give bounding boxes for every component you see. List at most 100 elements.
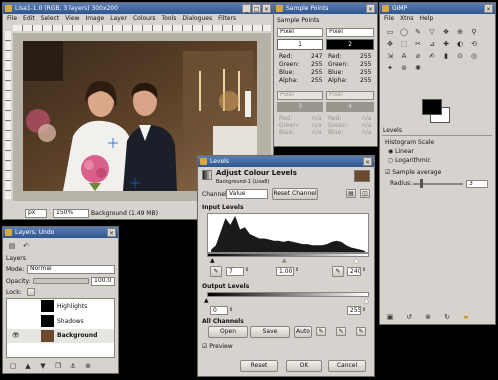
input-gamma-handle[interactable]: ▲ [282,257,287,264]
crop-icon[interactable]: ⬚ [398,39,410,49]
close-button[interactable]: × [366,4,375,13]
rotate-icon[interactable]: ⟲ [468,39,480,49]
measure-icon[interactable]: ✚ [440,39,452,49]
input-gamma-spinner[interactable]: ⇕ [295,267,299,274]
input-low-spinner[interactable]: ⇕ [245,267,249,274]
pick-black-icon[interactable]: ✎ [316,327,326,336]
cut-icon[interactable]: ✂ [412,39,424,49]
menu-image[interactable]: Image [85,15,104,22]
output-high-spinner[interactable]: ⇕ [362,307,366,314]
ok-button[interactable]: OK [286,360,322,372]
sample-points-titlebar[interactable]: Sample Points × [274,3,377,14]
menu-edit[interactable]: Edit [23,15,35,22]
layer-row-shadows[interactable]: Shadows [7,314,114,329]
layer-row-background[interactable]: 👁 Background [7,329,114,343]
fg-color-swatch[interactable] [422,99,442,115]
unit-select[interactable]: px [25,209,47,218]
layer-row-highlights[interactable]: Highlights [7,299,114,314]
new-layer-icon[interactable]: ▢ [7,361,19,371]
shear-icon[interactable]: ⊿ [426,39,438,49]
radius-slider-handle[interactable] [420,179,423,188]
fuzzy-select-icon[interactable]: ▽ [426,27,438,37]
radius-input[interactable]: 3 [466,180,488,188]
input-high-handle[interactable]: ▲ [354,257,359,264]
output-low-handle[interactable]: ▲ [204,297,209,304]
restore-options-icon[interactable]: ↺ [403,312,415,322]
rect-select-icon[interactable]: ▭ [384,27,396,37]
reset-channel-button[interactable]: Reset Channel [272,188,318,200]
input-gamma-field[interactable]: 1.00 [276,267,294,276]
menu-tools[interactable]: Tools [162,15,177,22]
raise-layer-icon[interactable]: ▲ [22,361,34,371]
duplicate-layer-icon[interactable]: ❐ [52,361,64,371]
open-button[interactable]: Open [208,326,248,338]
menu-colours[interactable]: Colours [133,15,156,22]
menu-layer[interactable]: Layer [110,15,127,22]
opacity-slider[interactable] [33,278,89,284]
menu-view[interactable]: View [65,15,79,22]
menu-help[interactable]: Help [419,15,433,22]
eye-icon[interactable]: 👁 [12,332,20,339]
layers-tab-icon[interactable]: ▤ [6,241,18,251]
smudge-icon[interactable]: ⊚ [398,63,410,73]
preview-checkbox[interactable]: ☑ Preview [202,343,233,350]
scissors-select-icon[interactable]: ⊕ [454,27,466,37]
toolbox-titlebar[interactable]: GIMP × [380,3,495,14]
close-button[interactable]: × [484,4,493,13]
menu-filters[interactable]: Filters [218,15,236,22]
image-window-titlebar[interactable]: Lisa1-1.0 (RGB, 3 layers) 300x200 _ □ × [3,3,273,14]
close-button[interactable]: × [107,228,116,237]
output-high-field[interactable]: 255 [347,306,361,315]
opacity-input[interactable]: 100.0 [91,277,115,286]
output-high-handle[interactable]: ▲ [364,297,369,304]
sample-average-checkbox[interactable]: ☑ Sample average [385,169,441,176]
undo-tab-icon[interactable]: ↶ [20,241,32,251]
mode-select[interactable]: Normal [27,265,115,274]
folder-icon[interactable]: ▰ [460,312,472,322]
pick-gray-icon[interactable]: ✎ [336,327,346,336]
bucket-fill-icon[interactable]: ▮ [440,51,452,61]
input-high-spinner[interactable]: ⇕ [362,267,366,274]
sample-mode-left[interactable]: Pixel [277,28,323,37]
minimize-button[interactable]: _ [242,4,251,13]
channel-select[interactable]: Value [226,189,268,199]
linear-radio[interactable]: ◉ Linear [388,148,414,155]
menu-xtns[interactable]: Xtns [400,15,413,22]
lock-alpha-checkbox[interactable] [27,288,35,296]
reset-options-icon[interactable]: ↻ [441,312,453,322]
black-point-picker-icon[interactable]: ✎ [210,266,222,277]
pencil-icon[interactable]: ✍ [426,51,438,61]
menu-dialogues[interactable]: Dialogues [182,15,212,22]
white-point-picker-icon[interactable]: ✎ [332,266,344,277]
input-low-handle[interactable]: ▲ [210,257,215,264]
levels-titlebar[interactable]: Levels × [198,156,374,167]
input-high-field[interactable]: 240 [347,267,361,276]
pick-white-icon[interactable]: ✎ [356,327,366,336]
menu-file[interactable]: File [7,15,17,22]
sample-mode-right[interactable]: Pixel [326,28,374,37]
reset-button[interactable]: Reset [240,360,278,372]
text-icon[interactable]: A [398,51,410,61]
cancel-button[interactable]: Cancel [328,360,366,372]
free-select-icon[interactable]: ✎ [412,27,424,37]
delete-options-icon[interactable]: ⊗ [422,312,434,322]
convolve-icon[interactable]: ✺ [412,63,424,73]
input-low-field[interactable]: 7 [226,267,244,276]
maximize-button[interactable]: □ [252,4,261,13]
logarithmic-radio[interactable]: ○ Logarithmic [388,157,431,164]
ellipse-select-icon[interactable]: ◯ [398,27,410,37]
airbrush-icon[interactable]: ⊙ [454,51,466,61]
scale-icon[interactable]: ⇲ [384,51,396,61]
move-icon[interactable]: ✥ [384,39,396,49]
heal-icon[interactable]: ✦ [384,63,396,73]
menu-file[interactable]: File [384,15,394,22]
dodge-icon[interactable]: ◐ [454,39,466,49]
auto-button[interactable]: Auto [294,326,312,338]
zoom-icon[interactable]: ⚲ [468,27,480,37]
close-button[interactable]: × [262,4,271,13]
delete-layer-icon[interactable]: ⊗ [82,361,94,371]
color-picker-icon[interactable]: ⌀ [412,51,424,61]
output-low-spinner[interactable]: ⇕ [229,307,233,314]
lower-layer-icon[interactable]: ▼ [37,361,49,371]
color-select-icon[interactable]: ❖ [440,27,452,37]
